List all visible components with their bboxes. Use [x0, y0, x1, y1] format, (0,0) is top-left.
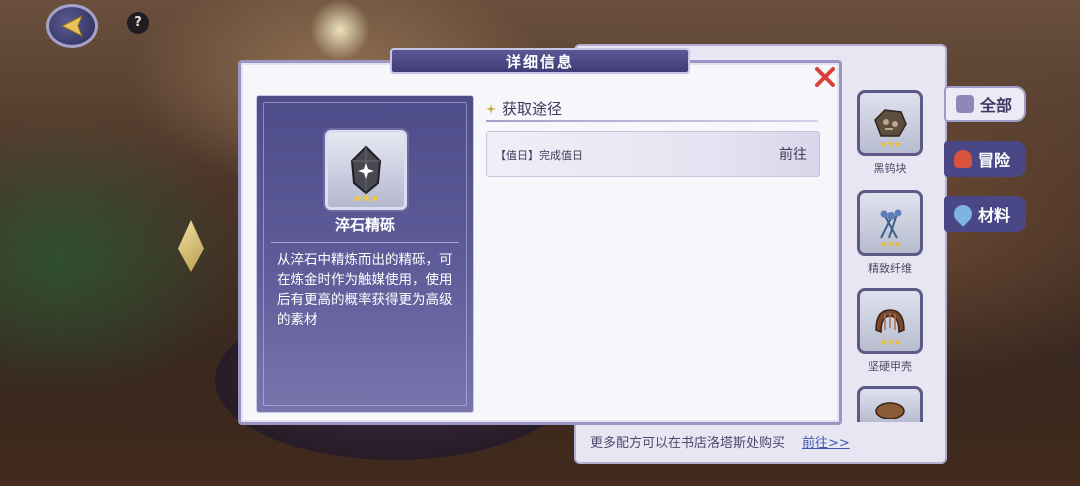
- tab-adventure[interactable]: 冒险: [944, 141, 1026, 177]
- shop-hint-text: 更多配方可以在书店洛塔斯处购买: [590, 436, 786, 451]
- tab-label: 材料: [978, 206, 1011, 225]
- shell-armor-icon: [875, 309, 905, 334]
- material-icon-box: ★★★: [857, 288, 923, 354]
- fiber-flower-icon: [880, 209, 902, 239]
- ore-block-icon: [874, 109, 907, 137]
- help-button[interactable]: ?: [127, 12, 149, 34]
- material-item[interactable]: ★★★ 坚硬甲壳: [854, 288, 926, 374]
- tab-label: 冒险: [978, 151, 1011, 170]
- gem-stone-icon: [350, 145, 382, 195]
- dialog-title: 详细信息: [390, 48, 690, 74]
- sparkle-icon: [486, 103, 496, 114]
- item-card: ★★★ 淬石精砾 从淬石中精炼而出的精砾，可在炼金时作为触媒使用，使用后有更高的…: [256, 95, 474, 413]
- back-button[interactable]: [46, 4, 98, 48]
- tab-label: 全部: [980, 96, 1013, 115]
- material-icon-box: ★★★: [857, 190, 923, 256]
- acquisition-source-row[interactable]: 【值日】完成值日 前往: [486, 131, 820, 177]
- item-name: 淬石精砾: [334, 216, 395, 234]
- close-x-icon: [815, 67, 835, 87]
- rarity-stars: ★★★: [879, 338, 901, 348]
- card-divider: [271, 242, 459, 243]
- tab-materials[interactable]: 材料: [944, 196, 1026, 232]
- material-icon-box: [857, 386, 923, 422]
- material-item[interactable]: ★★★ 黑钨块: [854, 90, 926, 176]
- acquisition-heading: 获取途径: [486, 98, 562, 119]
- bag-icon: [956, 95, 974, 113]
- material-name: 坚硬甲壳: [868, 360, 912, 373]
- item-icon-box: ★★★: [325, 130, 407, 210]
- acquisition-title: 获取途径: [502, 100, 563, 118]
- material-name: 黑钨块: [873, 162, 907, 175]
- tab-all[interactable]: 全部: [944, 86, 1026, 122]
- source-description: 【值日】完成值日: [495, 149, 583, 162]
- material-name: 精致纤维: [868, 262, 912, 275]
- section-divider: [486, 120, 818, 122]
- material-item[interactable]: ★★★ 精致纤维: [854, 190, 926, 276]
- source-go-button[interactable]: 前往: [779, 144, 807, 164]
- potion-icon: [954, 150, 972, 168]
- rarity-stars: ★★★: [879, 140, 901, 150]
- material-icon-box: ★★★: [857, 90, 923, 156]
- back-arrow-icon: [60, 15, 83, 37]
- material-item[interactable]: [854, 386, 926, 422]
- rarity-stars: ★★★: [352, 192, 381, 205]
- shop-go-link[interactable]: 前往>>: [802, 432, 850, 451]
- close-button[interactable]: [812, 64, 838, 90]
- rarity-stars: ★★★: [879, 240, 901, 250]
- droplet-icon: [950, 201, 976, 227]
- wood-log-icon: [875, 401, 905, 419]
- item-description: 从淬石中精炼而出的精砾，可在炼金时作为触媒使用，使用后有更高的概率获得更为高级的…: [277, 252, 453, 328]
- background-glow: [310, 0, 370, 60]
